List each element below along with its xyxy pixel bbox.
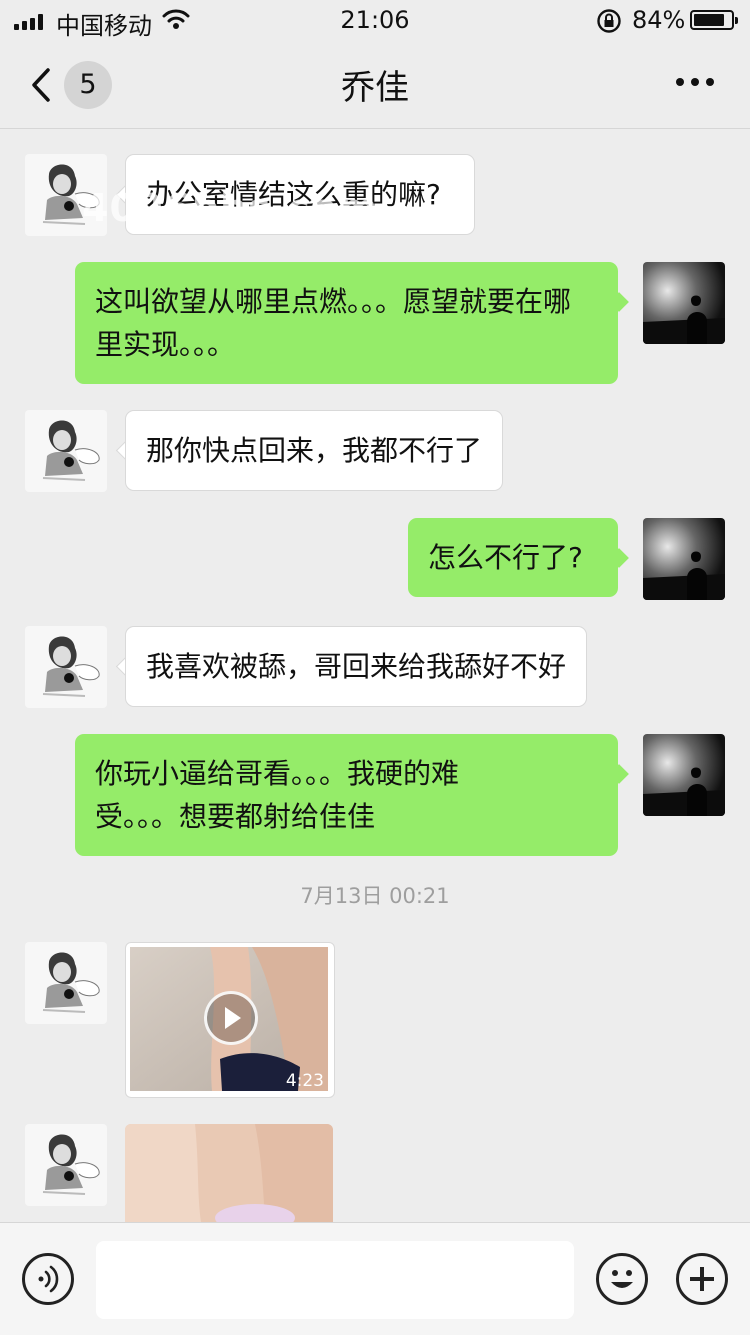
plus-icon[interactable] [676,1253,728,1305]
more-icon[interactable] [676,78,714,88]
chat-title: 乔佳 [341,68,409,108]
message-input[interactable] [96,1241,574,1319]
message-bubble-outgoing[interactable]: 怎么不行了? [408,518,618,597]
emoji-icon[interactable] [596,1253,648,1305]
video-duration: 4:23 [285,1071,324,1091]
voice-icon[interactable] [22,1253,74,1305]
message-text: 你玩小逼给哥看。。。我硬的难受。。。想要都射给佳佳 [95,757,460,833]
play-icon[interactable] [204,991,258,1045]
message-text: 这叫欲望从哪里点燃。。。愿望就要在哪里实现。。。 [95,285,572,361]
rotation-lock-icon [597,9,621,33]
my-avatar[interactable] [643,734,725,816]
status-bar: 中国移动 21:06 84% [0,0,750,42]
my-avatar[interactable] [643,262,725,344]
watermark: 4096bbs.com [82,186,379,230]
message-bubble-outgoing[interactable]: 你玩小逼给哥看。。。我硬的难受。。。想要都射给佳佳 [75,734,618,856]
image-message[interactable] [125,1124,333,1222]
message-text: 我喜欢被舔，哥回来给我舔好不好 [146,650,567,683]
battery-percent: 84% [632,6,686,34]
message-bubble-incoming[interactable]: 那你快点回来，我都不行了 [125,410,503,491]
my-avatar[interactable] [643,518,725,600]
message-text: 怎么不行了? [428,541,583,574]
contact-avatar[interactable] [25,410,107,492]
message-bubble-incoming[interactable]: 我喜欢被舔，哥回来给我舔好不好 [125,626,587,707]
video-message[interactable]: 4:23 [125,942,335,1098]
contact-avatar[interactable] [25,626,107,708]
message-text: 那你快点回来，我都不行了 [146,434,483,467]
message-bubble-outgoing[interactable]: 这叫欲望从哪里点燃。。。愿望就要在哪里实现。。。 [75,262,618,384]
battery-icon [690,10,738,30]
contact-avatar[interactable] [25,942,107,1024]
contact-avatar[interactable] [25,1124,107,1206]
chat-header: 5 乔佳 [0,42,750,129]
input-bar [0,1222,750,1335]
message-timestamp: 7月13日 00:21 [300,884,450,908]
